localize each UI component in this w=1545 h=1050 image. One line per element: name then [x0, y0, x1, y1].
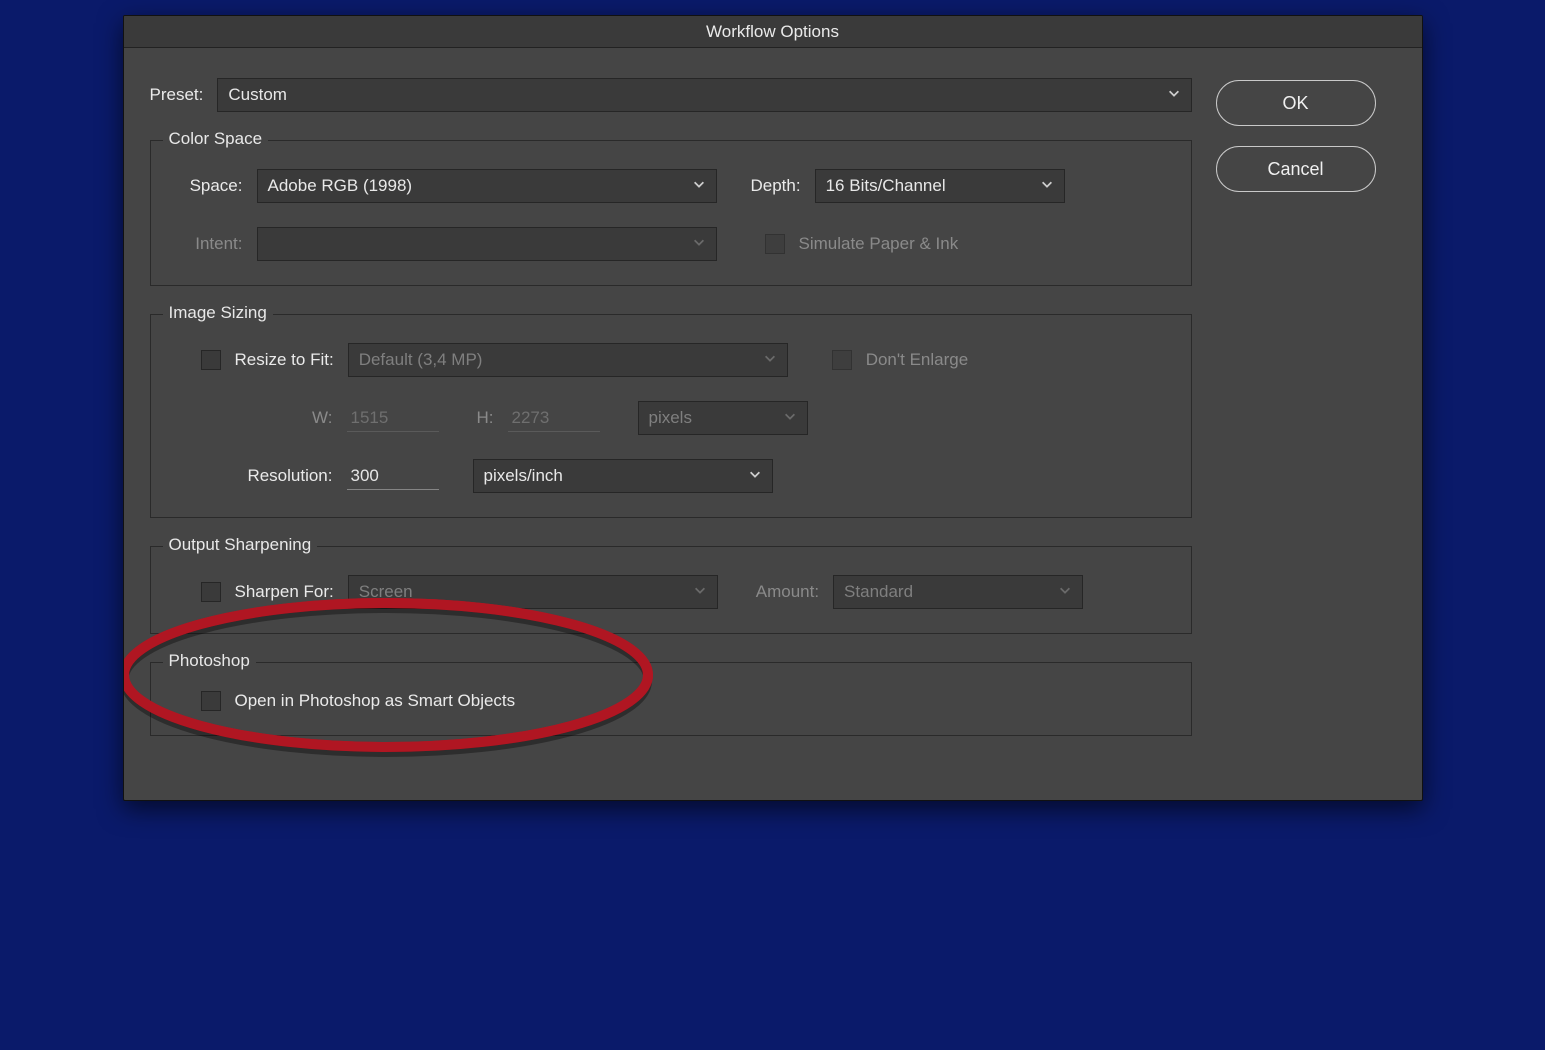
smart-objects-checkbox[interactable] [201, 691, 221, 711]
space-value: Adobe RGB (1998) [268, 176, 413, 196]
resolution-label: Resolution: [177, 466, 333, 486]
chevron-down-icon [693, 582, 707, 602]
amount-select: Standard [833, 575, 1083, 609]
sharpen-for-label: Sharpen For: [235, 582, 334, 602]
resolution-unit-select[interactable]: pixels/inch [473, 459, 773, 493]
color-space-group: Color Space Space: Adobe RGB (1998) Dept… [150, 140, 1192, 286]
output-sharpening-group: Output Sharpening Sharpen For: Screen Am… [150, 546, 1192, 634]
w-input [347, 404, 439, 432]
sharpen-for-checkbox[interactable] [201, 582, 221, 602]
resize-to-fit-value: Default (3,4 MP) [359, 350, 483, 370]
space-select[interactable]: Adobe RGB (1998) [257, 169, 717, 203]
photoshop-legend: Photoshop [163, 651, 256, 671]
chevron-down-icon [1040, 176, 1054, 196]
chevron-down-icon [692, 234, 706, 254]
chevron-down-icon [1167, 85, 1181, 105]
space-label: Space: [177, 176, 243, 196]
chevron-down-icon [763, 350, 777, 370]
smart-objects-label: Open in Photoshop as Smart Objects [235, 691, 516, 711]
dont-enlarge-checkbox [832, 350, 852, 370]
cancel-button-label: Cancel [1267, 159, 1323, 180]
color-space-legend: Color Space [163, 129, 269, 149]
ok-button[interactable]: OK [1216, 80, 1376, 126]
sharpen-for-value: Screen [359, 582, 413, 602]
h-input [508, 404, 600, 432]
resolution-unit-value: pixels/inch [484, 466, 563, 486]
w-label: W: [177, 408, 333, 428]
simulate-paper-ink-checkbox [765, 234, 785, 254]
resize-to-fit-label: Resize to Fit: [235, 350, 334, 370]
photoshop-group: Photoshop Open in Photoshop as Smart Obj… [150, 662, 1192, 736]
depth-label: Depth: [751, 176, 801, 196]
image-sizing-legend: Image Sizing [163, 303, 273, 323]
dialog-title: Workflow Options [124, 16, 1422, 48]
intent-label: Intent: [177, 234, 243, 254]
ok-button-label: OK [1282, 93, 1308, 114]
size-unit-select: pixels [638, 401, 808, 435]
amount-value: Standard [844, 582, 913, 602]
chevron-down-icon [748, 466, 762, 486]
amount-label: Amount: [756, 582, 819, 602]
size-unit-value: pixels [649, 408, 692, 428]
resize-to-fit-select: Default (3,4 MP) [348, 343, 788, 377]
chevron-down-icon [692, 176, 706, 196]
image-sizing-group: Image Sizing Resize to Fit: Default (3,4… [150, 314, 1192, 518]
resize-to-fit-checkbox[interactable] [201, 350, 221, 370]
depth-value: 16 Bits/Channel [826, 176, 946, 196]
simulate-paper-ink-label: Simulate Paper & Ink [799, 234, 959, 254]
output-sharpening-legend: Output Sharpening [163, 535, 318, 555]
dont-enlarge-label: Don't Enlarge [866, 350, 968, 370]
depth-select[interactable]: 16 Bits/Channel [815, 169, 1065, 203]
workflow-options-dialog: Workflow Options Preset: Custom Color Sp… [123, 15, 1423, 801]
resolution-input[interactable] [347, 462, 439, 490]
preset-select[interactable]: Custom [217, 78, 1191, 112]
h-label: H: [477, 408, 494, 428]
preset-label: Preset: [150, 85, 204, 105]
sharpen-for-select: Screen [348, 575, 718, 609]
preset-value: Custom [228, 85, 287, 105]
chevron-down-icon [783, 408, 797, 428]
cancel-button[interactable]: Cancel [1216, 146, 1376, 192]
intent-select [257, 227, 717, 261]
chevron-down-icon [1058, 582, 1072, 602]
